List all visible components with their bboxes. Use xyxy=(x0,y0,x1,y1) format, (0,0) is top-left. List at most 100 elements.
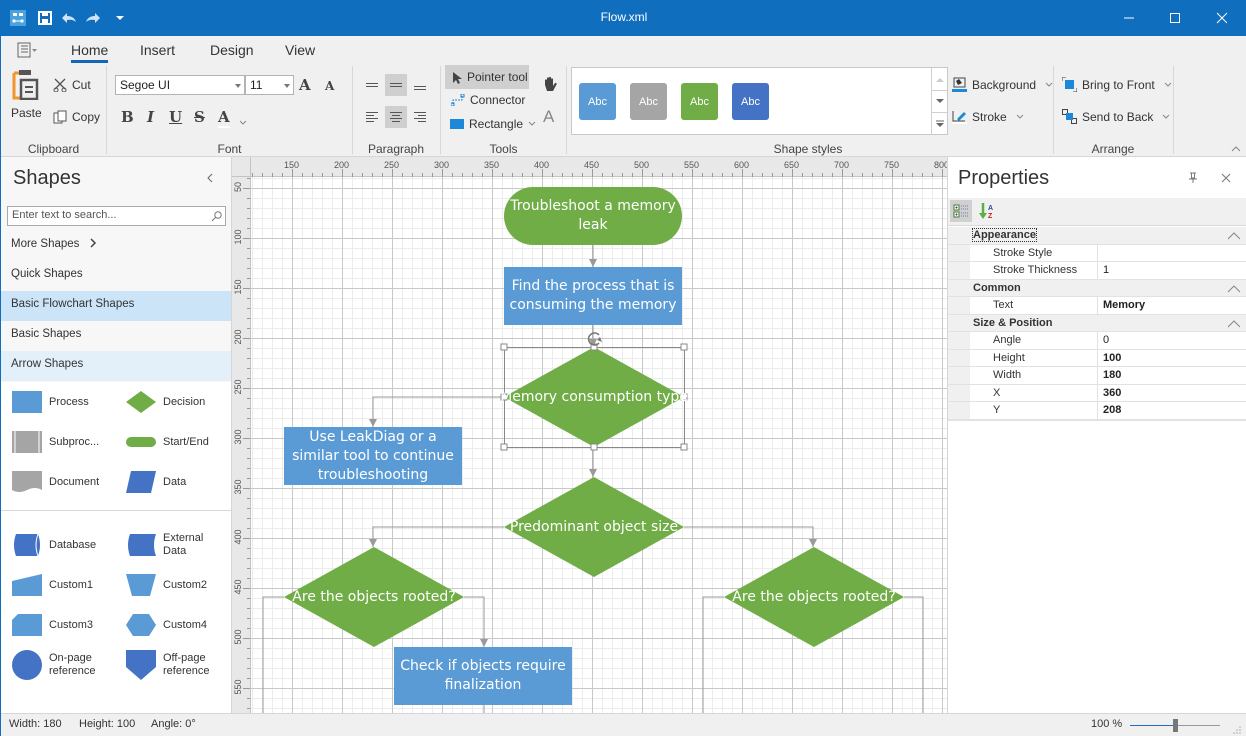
collapse-ribbon-icon[interactable] xyxy=(1231,141,1241,155)
shrink-font-button[interactable]: A xyxy=(325,79,334,93)
node-text-decision[interactable]: Memory consumption type xyxy=(500,347,688,447)
align-right-button[interactable] xyxy=(409,106,431,128)
font-size-combo[interactable]: 11 xyxy=(245,75,294,95)
shape-custom3[interactable]: Custom3 xyxy=(11,610,93,640)
tab-home[interactable]: Home xyxy=(71,42,109,63)
category-basic-flowchart-shapes[interactable]: Basic Flowchart Shapes xyxy=(1,291,231,321)
resize-grip-icon[interactable] xyxy=(1233,725,1241,736)
shape-document[interactable]: Document xyxy=(11,467,99,497)
property-value[interactable]: 180 xyxy=(1098,367,1246,384)
align-top-button[interactable] xyxy=(361,74,383,96)
chevron-up-icon[interactable] xyxy=(1227,319,1241,328)
node-text-process[interactable]: Use LeakDiag or a similar tool to contin… xyxy=(288,427,458,485)
cut-button[interactable]: Cut xyxy=(53,78,91,92)
text-tool-button[interactable]: A xyxy=(543,107,554,127)
node-text-decision[interactable]: Are the objects rooted? xyxy=(726,547,902,647)
node-text-startend[interactable]: Troubleshoot a memory leak xyxy=(508,187,678,245)
stroke-button[interactable]: Stroke xyxy=(952,109,1024,124)
font-color-dropdown-icon[interactable] xyxy=(239,115,247,129)
tab-insert[interactable]: Insert xyxy=(140,42,175,58)
shape-off-page-reference[interactable]: Off-page reference xyxy=(125,648,223,682)
bring-to-front-button[interactable]: Bring to Front xyxy=(1062,77,1172,92)
shape-search-input[interactable]: Enter text to search... xyxy=(7,206,226,226)
property-value[interactable]: 100 xyxy=(1098,350,1246,367)
shape-style-green[interactable]: Abc xyxy=(681,83,718,120)
shape-data[interactable]: Data xyxy=(125,467,186,497)
node-text-decision[interactable]: Are the objects rooted? xyxy=(286,547,462,647)
shape-style-gray[interactable]: Abc xyxy=(630,83,667,120)
property-value[interactable]: 208 xyxy=(1098,402,1246,419)
gallery-scroll-up[interactable] xyxy=(931,68,947,90)
close-panel-icon[interactable] xyxy=(1221,172,1231,186)
shape-custom2[interactable]: Custom2 xyxy=(125,570,207,600)
property-row[interactable]: Text Memory xyxy=(948,297,1246,315)
category-quick-shapes[interactable]: Quick Shapes xyxy=(1,261,231,291)
background-button[interactable]: Background xyxy=(952,77,1053,92)
categorized-view-button[interactable] xyxy=(950,200,972,222)
shape-custom1[interactable]: Custom1 xyxy=(11,570,93,600)
rectangle-tool-button[interactable]: Rectangle xyxy=(450,117,536,131)
property-value[interactable]: 0 xyxy=(1098,332,1246,349)
property-row[interactable]: Angle 0 xyxy=(948,332,1246,350)
align-middle-button[interactable] xyxy=(385,74,407,96)
category-arrow-shapes[interactable]: Arrow Shapes xyxy=(1,351,231,381)
align-left-button[interactable] xyxy=(361,106,383,128)
shape-decision[interactable]: Decision xyxy=(125,387,205,417)
property-row[interactable]: X 360 xyxy=(948,384,1246,402)
property-value[interactable]: Memory xyxy=(1098,297,1246,314)
property-value[interactable] xyxy=(1098,245,1246,262)
zoom-slider-thumb[interactable] xyxy=(1173,719,1178,732)
property-row[interactable]: Height 100 xyxy=(948,349,1246,367)
shape-subprocess[interactable]: Subproc... xyxy=(11,427,99,457)
underline-button[interactable]: U xyxy=(169,108,182,126)
shape-style-dark-blue[interactable]: Abc xyxy=(732,83,769,120)
pan-tool-hand-icon[interactable] xyxy=(541,76,559,97)
align-bottom-button[interactable] xyxy=(409,74,431,96)
tab-design[interactable]: Design xyxy=(210,42,254,58)
property-row[interactable]: Stroke Style xyxy=(948,244,1246,262)
alphabetical-sort-button[interactable]: AZ xyxy=(976,200,998,222)
shape-process[interactable]: Process xyxy=(11,387,89,417)
italic-button[interactable]: I xyxy=(147,108,154,126)
chevron-up-icon[interactable] xyxy=(1227,232,1241,240)
property-row[interactable]: Width 180 xyxy=(948,367,1246,385)
minimize-button[interactable] xyxy=(1106,0,1152,36)
shape-custom4[interactable]: Custom4 xyxy=(125,610,207,640)
gallery-expand[interactable] xyxy=(931,112,947,135)
chevron-up-icon[interactable] xyxy=(1227,284,1241,293)
property-value[interactable]: 360 xyxy=(1098,385,1246,402)
align-center-button[interactable] xyxy=(385,106,407,128)
maximize-button[interactable] xyxy=(1152,0,1198,36)
category-basic-shapes[interactable]: Basic Shapes xyxy=(1,321,231,351)
category-more-shapes[interactable]: More Shapes xyxy=(1,231,231,261)
collapse-panel-icon[interactable] xyxy=(206,172,214,186)
node-text-decision[interactable]: Predominant object size xyxy=(506,477,682,577)
property-value[interactable]: 1 xyxy=(1098,262,1246,279)
close-button[interactable] xyxy=(1199,0,1245,36)
copy-button[interactable]: Copy xyxy=(53,110,100,124)
node-text-process[interactable]: Check if objects require finalization xyxy=(398,647,568,705)
pin-icon[interactable] xyxy=(1188,172,1198,187)
strikethrough-button[interactable]: S xyxy=(194,108,205,126)
pointer-tool-button[interactable]: Pointer tool xyxy=(445,65,529,89)
property-row[interactable]: Y 208 xyxy=(948,402,1246,420)
property-category[interactable]: Common xyxy=(948,279,1246,297)
shape-style-blue[interactable]: Abc xyxy=(579,83,616,120)
node-text-process[interactable]: Find the process that is consuming the m… xyxy=(508,267,678,325)
property-row[interactable]: Stroke Thickness 1 xyxy=(948,262,1246,280)
send-to-back-button[interactable]: Send to Back xyxy=(1062,109,1170,124)
shape-on-page-reference[interactable]: On-page reference xyxy=(11,648,109,682)
gallery-scroll-down[interactable] xyxy=(931,90,947,112)
font-family-combo[interactable]: Segoe UI xyxy=(115,75,245,95)
shape-database[interactable]: Database xyxy=(11,530,96,560)
zoom-slider[interactable] xyxy=(1130,719,1220,732)
file-menu-icon[interactable] xyxy=(17,42,39,61)
property-category[interactable]: Size & Position xyxy=(948,314,1246,332)
property-category[interactable]: Appearance xyxy=(948,227,1246,245)
shape-start-end[interactable]: Start/End xyxy=(125,427,209,457)
connector-tool-button[interactable]: Connector xyxy=(451,93,525,107)
bold-button[interactable]: B xyxy=(121,108,134,126)
shape-external-data[interactable]: External Data xyxy=(125,530,211,560)
grow-font-button[interactable]: A xyxy=(299,76,311,94)
font-color-button[interactable]: A xyxy=(218,108,230,128)
